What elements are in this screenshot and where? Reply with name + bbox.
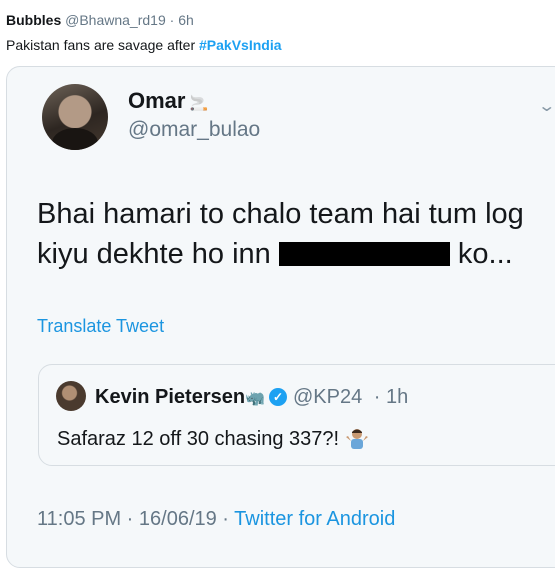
rhino-emoji: 🦏	[245, 390, 265, 407]
tweet-footer: 11:05 PM · 16/06/19 · Twitter for Androi…	[37, 508, 395, 531]
tweet-text-line1: Bhai hamari to chalo team hai tum log	[37, 198, 524, 230]
nested-timestamp[interactable]: · 1h	[374, 386, 408, 408]
redaction-bar	[278, 242, 450, 266]
quoted-tweet-text: Bhai hamari to chalo team hai tum log ki…	[37, 194, 552, 274]
tweet-source-link[interactable]: Twitter for Android	[234, 508, 395, 530]
tweet-text-line2-start: kiyu dekhte ho inn	[37, 238, 279, 270]
outer-tweet-header: Bubbles @Bhawna_rd19 · 6h	[6, 11, 194, 29]
outer-tweet-text: Pakistan fans are savage after #PakVsInd…	[6, 36, 282, 54]
nested-handle[interactable]: @KP24	[293, 386, 362, 408]
quoted-author-handle[interactable]: @omar_bulao	[128, 117, 260, 143]
cigarette-emoji: 🚬	[189, 95, 209, 112]
verified-badge-icon: ✓	[269, 388, 287, 406]
tweet-text-line2-end: ko...	[449, 238, 513, 270]
outer-display-name[interactable]: Bubbles	[6, 12, 61, 28]
nested-quote-header: Kevin Pietersen🦏 ✓ @KP24 · 1h	[95, 384, 408, 412]
outer-text-body: Pakistan fans are savage after	[6, 37, 199, 53]
outer-handle[interactable]: @Bhawna_rd19	[65, 12, 166, 28]
tweet-timestamp[interactable]: 11:05 PM · 16/06/19 ·	[37, 508, 234, 530]
quoted-author-name[interactable]: Omar 🚬	[128, 88, 208, 117]
avatar[interactable]	[42, 84, 108, 150]
nested-quote-avatar[interactable]	[56, 381, 86, 411]
outer-timestamp[interactable]: · 6h	[170, 12, 194, 28]
author-display-name[interactable]: Omar	[128, 88, 185, 113]
person-shrugging-icon	[345, 429, 368, 449]
avatar-figure	[52, 128, 98, 150]
hashtag-link[interactable]: #PakVsIndia	[199, 37, 282, 53]
chevron-down-icon[interactable]: ⌄	[537, 96, 555, 116]
nested-quote-text: Safaraz 12 off 30 chasing 337?!	[57, 426, 369, 452]
nested-display-name[interactable]: Kevin Pietersen	[95, 386, 245, 408]
translate-tweet-link[interactable]: Translate Tweet	[37, 316, 164, 337]
nested-text-body: Safaraz 12 off 30 chasing 337?!	[57, 428, 345, 450]
